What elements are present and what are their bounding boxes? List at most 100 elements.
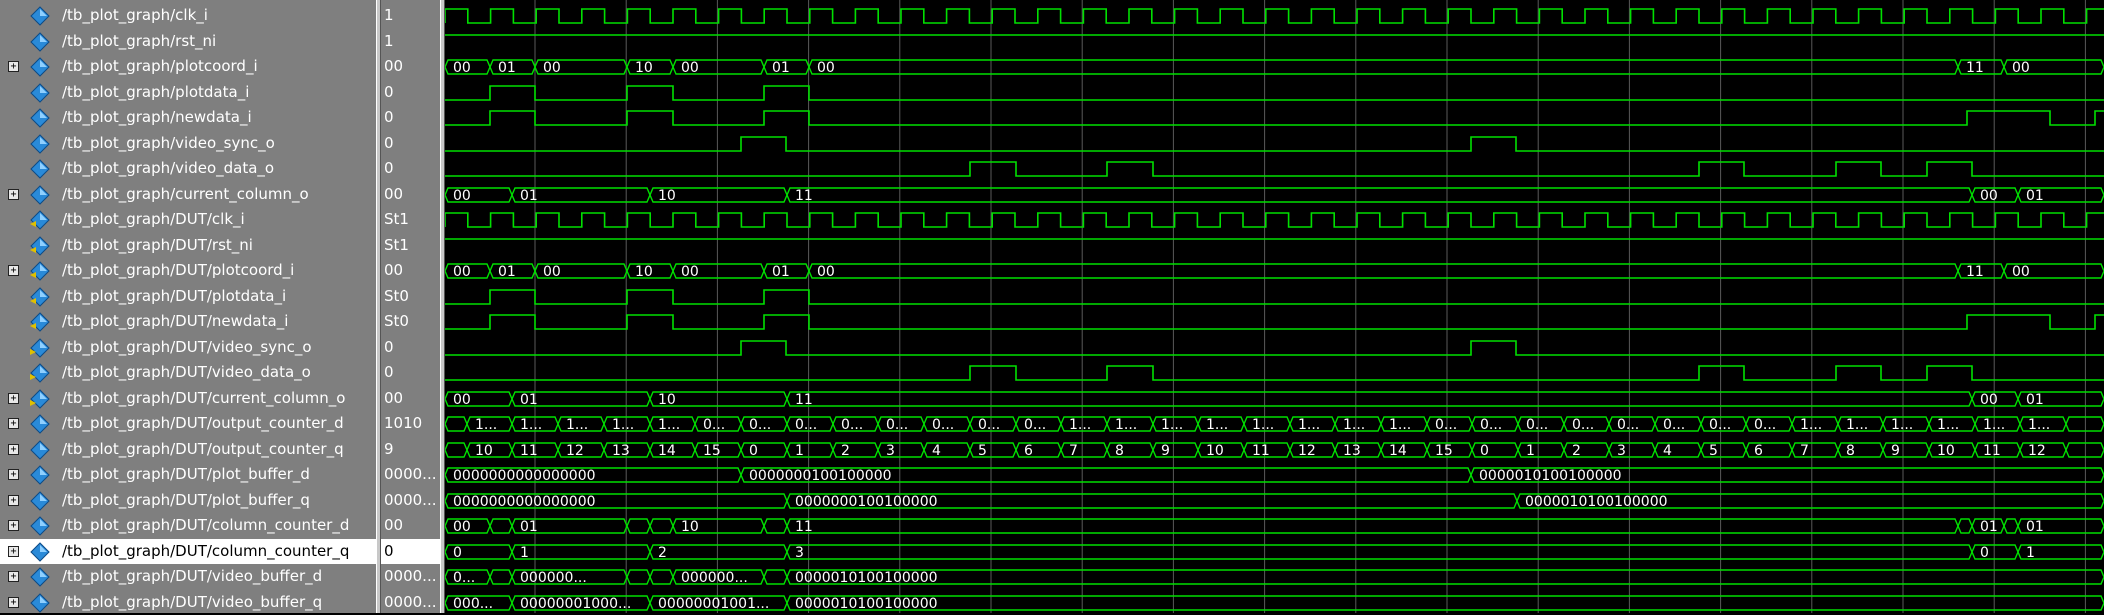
bus-value-label: 10 xyxy=(1937,443,1955,459)
expand-icon[interactable]: + xyxy=(8,597,19,608)
signal-value: 00 xyxy=(384,389,404,407)
waveform-trace[interactable] xyxy=(445,212,2104,228)
waveform-canvas[interactable]: 00 01 00 10 00 01 00 11 0000 01 10 11 00 0100 01 00 10 00… xyxy=(445,0,2104,613)
bus-value-label: 1... xyxy=(1115,417,1137,433)
signal-value: 1 xyxy=(384,6,394,24)
expand-icon[interactable]: + xyxy=(8,546,19,557)
expand-icon[interactable]: + xyxy=(8,393,19,404)
bus-value-label: 0000010100100000 xyxy=(795,596,938,612)
bus-value-label: 00 xyxy=(2012,264,2030,280)
signal-value-pane: 1 1 00 0 0 0 0 00 St1 St1 00 St0 St0 0 0 00 1010 9 0000...… xyxy=(381,0,440,613)
waveform-trace[interactable]: 00 01 10 11 01 01 xyxy=(445,518,2104,535)
bit-wave xyxy=(445,365,2104,381)
bus-value-label: 0... xyxy=(1435,417,1457,433)
signal-diamond-icon xyxy=(30,83,50,103)
signal-value: 00 xyxy=(384,261,404,279)
waveform-trace[interactable] xyxy=(445,136,2104,152)
waveform-trace[interactable]: 000... 00000001000... 00000001001... 000001… xyxy=(445,595,2104,612)
bus-segment xyxy=(786,442,834,458)
expand-icon[interactable]: + xyxy=(8,469,19,480)
waveform-trace[interactable] xyxy=(445,161,2104,177)
waveform-trace[interactable] xyxy=(445,8,2104,24)
waveform-trace[interactable]: 0 1 2 3 0 1 xyxy=(445,544,2104,561)
signal-row[interactable]: /tb_plot_graph/DUT/plotdata_i xyxy=(0,284,376,309)
signal-name: /tb_plot_graph/DUT/video_buffer_d xyxy=(62,567,323,585)
signal-row[interactable]: + /tb_plot_graph/DUT/column_counter_d xyxy=(0,513,376,538)
signal-row[interactable]: /tb_plot_graph/video_data_o xyxy=(0,156,376,181)
signal-row[interactable]: + /tb_plot_graph/DUT/video_buffer_q xyxy=(0,590,376,615)
signal-diamond-icon xyxy=(30,287,50,307)
signal-value: 00 xyxy=(384,185,404,203)
signal-row[interactable]: /tb_plot_graph/clk_i xyxy=(0,3,376,28)
signal-row[interactable]: /tb_plot_graph/DUT/newdata_i xyxy=(0,309,376,334)
bus-value-label: 1... xyxy=(1343,417,1365,433)
expand-icon[interactable]: + xyxy=(8,520,19,531)
waveform-trace[interactable] xyxy=(445,289,2104,305)
expand-icon[interactable]: + xyxy=(8,444,19,455)
signal-name: /tb_plot_graph/clk_i xyxy=(62,6,208,24)
signal-row[interactable]: + /tb_plot_graph/DUT/column_counter_q xyxy=(0,539,376,564)
signal-row[interactable]: + /tb_plot_graph/DUT/plotcoord_i xyxy=(0,258,376,283)
signal-row[interactable]: + /tb_plot_graph/DUT/plot_buffer_q xyxy=(0,488,376,513)
bus-value-label: 9 xyxy=(1161,443,1170,459)
signal-diamond-icon xyxy=(30,389,50,409)
expand-icon[interactable]: + xyxy=(8,189,19,200)
bus-value-label: 00 xyxy=(453,392,471,408)
signal-name: /tb_plot_graph/DUT/clk_i xyxy=(62,210,245,228)
signal-row[interactable]: + /tb_plot_graph/DUT/current_column_o xyxy=(0,386,376,411)
bus-value-label: 10 xyxy=(1206,443,1224,459)
expand-icon[interactable]: + xyxy=(8,265,19,276)
signal-row[interactable]: + /tb_plot_graph/plotcoord_i xyxy=(0,54,376,79)
signal-value: 0 xyxy=(384,363,394,381)
bus-value-label: 10 xyxy=(681,519,699,535)
signal-row[interactable]: /tb_plot_graph/DUT/video_sync_o xyxy=(0,335,376,360)
signal-row[interactable]: /tb_plot_graph/rst_ni xyxy=(0,29,376,54)
expand-icon[interactable]: + xyxy=(8,571,19,582)
waveform-trace[interactable]: 1... 1... 1... 1... 1... 0... 0... 0... 0... 0...… xyxy=(445,416,2104,433)
signal-value: 00 xyxy=(384,516,404,534)
signal-name: /tb_plot_graph/DUT/rst_ni xyxy=(62,236,253,254)
signal-row[interactable]: + /tb_plot_graph/DUT/output_counter_q xyxy=(0,437,376,462)
signal-row[interactable]: /tb_plot_graph/DUT/clk_i xyxy=(0,207,376,232)
expand-icon[interactable]: + xyxy=(8,418,19,429)
waveform-trace[interactable] xyxy=(445,340,2104,356)
waveform-trace[interactable] xyxy=(445,314,2104,330)
bit-wave xyxy=(445,161,2104,177)
bus-value-label: 11 xyxy=(795,519,813,535)
signal-row[interactable]: /tb_plot_graph/video_sync_o xyxy=(0,131,376,156)
waveform-trace[interactable]: 00 01 00 10 00 01 00 11 00 xyxy=(445,263,2104,280)
signal-row[interactable]: /tb_plot_graph/plotdata_i xyxy=(0,80,376,105)
waveform-trace[interactable]: 00 01 10 11 00 01 xyxy=(445,187,2104,204)
signal-diamond-icon xyxy=(30,465,50,485)
waveform-trace[interactable]: 0000000000000000 0000000100100000 00000101… xyxy=(445,493,2104,510)
signal-row[interactable]: /tb_plot_graph/DUT/rst_ni xyxy=(0,233,376,258)
waveform-trace[interactable] xyxy=(445,85,2104,101)
bus-value-label: 3 xyxy=(795,545,804,561)
signal-row[interactable]: + /tb_plot_graph/current_column_o xyxy=(0,182,376,207)
expand-icon[interactable]: + xyxy=(8,495,19,506)
signal-row[interactable]: + /tb_plot_graph/DUT/output_counter_d xyxy=(0,411,376,436)
bus-segment xyxy=(740,442,788,458)
bus-value-label: 0... xyxy=(841,417,863,433)
bus-value-label: 01 xyxy=(498,60,516,76)
waveform-trace[interactable]: 0000000000000000 0000000100100000 00000101… xyxy=(445,467,2104,484)
bus-segment xyxy=(1957,518,1973,534)
expand-icon[interactable]: + xyxy=(8,61,19,72)
waveform-trace[interactable] xyxy=(445,110,2104,126)
waveform-trace[interactable]: 00 01 00 10 00 01 00 11 00 xyxy=(445,59,2104,76)
signal-name-pane[interactable]: /tb_plot_graph/clk_i/tb_plot_graph/rst_n… xyxy=(0,0,376,613)
signal-row[interactable]: /tb_plot_graph/DUT/video_data_o xyxy=(0,360,376,385)
waveform-pane[interactable]: 00 01 00 10 00 01 00 11 00 00 01 10 11 00 01 00 01 00 10 00… xyxy=(445,0,2104,613)
waveform-trace[interactable]: 0... 000000... 000000... 0000010100100000 xyxy=(445,569,2104,586)
signal-diamond-icon xyxy=(30,185,50,205)
waveform-trace[interactable] xyxy=(445,365,2104,381)
waveform-trace[interactable]: 10 11 12 13 14 15 0 1 2 3 4 5 6 7 8 9 10 11 12 13 14 15 0 1 2 3 4 5… xyxy=(445,442,2104,459)
signal-diamond-icon xyxy=(30,312,50,332)
bus-value-label: 1... xyxy=(612,417,634,433)
signal-diamond-icon xyxy=(30,6,50,26)
waveform-trace[interactable]: 00 01 10 11 00 01 xyxy=(445,391,2104,408)
signal-row[interactable]: + /tb_plot_graph/DUT/plot_buffer_d xyxy=(0,462,376,487)
signal-row[interactable]: /tb_plot_graph/newdata_i xyxy=(0,105,376,130)
bus-value-label: 11 xyxy=(1983,443,2001,459)
signal-row[interactable]: + /tb_plot_graph/DUT/video_buffer_d xyxy=(0,564,376,589)
